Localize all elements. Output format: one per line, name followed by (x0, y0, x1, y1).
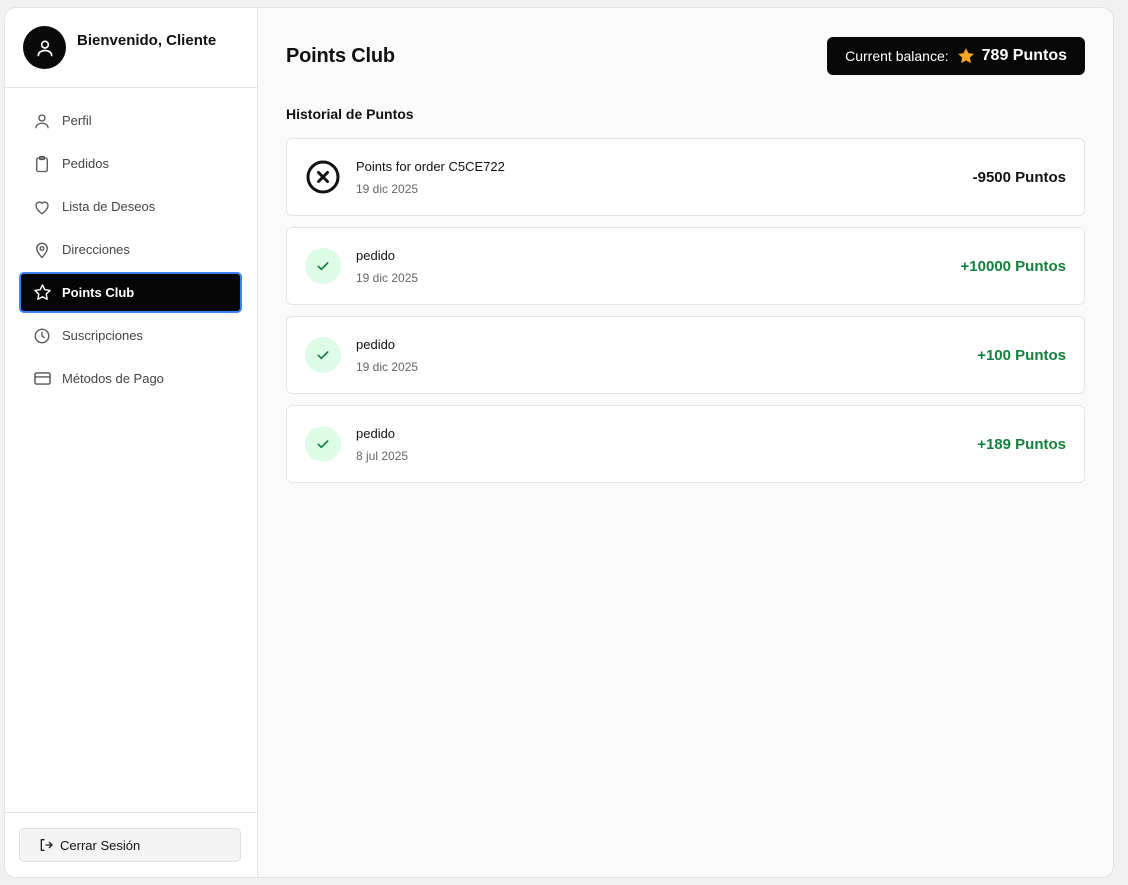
entry-description: pedido (356, 425, 396, 441)
entry-points: +100 Puntos (977, 346, 1066, 364)
main-content: Points Club Current balance: 789 Puntos … (258, 8, 1113, 877)
heart-icon (32, 197, 52, 217)
star-icon (956, 46, 976, 66)
sidebar-item-label: Lista de Deseos (62, 199, 156, 214)
entry-date: 19 dic 2025 (356, 270, 419, 285)
check-icon (305, 248, 341, 284)
entry-date: 19 dic 2025 (356, 359, 419, 374)
entry-date: 19 dic 2025 (356, 181, 419, 196)
sidebar-item-suscripciones[interactable]: Suscripciones (19, 315, 242, 356)
page-header: Points Club Current balance: 789 Puntos (286, 37, 1085, 75)
page-title: Points Club (286, 44, 395, 67)
sidebar-item-pedidos[interactable]: Pedidos (19, 143, 242, 184)
sidebar-item-metodos-de-pago[interactable]: Métodos de Pago (19, 358, 242, 399)
history-title: Historial de Puntos (286, 106, 414, 122)
points-history-list: Points for order C5CE722 19 dic 2025 -95… (286, 138, 1085, 483)
logout-button[interactable]: Cerrar Sesión (19, 828, 241, 862)
avatar (23, 26, 66, 69)
app-window: Bienvenido, Cliente Perfil Pedidos Lista… (4, 7, 1114, 878)
entry-description: pedido (356, 247, 396, 263)
check-icon (305, 426, 341, 462)
sidebar-footer: Cerrar Sesión (5, 812, 257, 877)
logout-icon (38, 837, 54, 853)
clock-icon (32, 326, 52, 346)
user-header: Bienvenido, Cliente (5, 8, 257, 88)
entry-description: pedido (356, 336, 396, 352)
user-icon (37, 40, 53, 56)
entry-description: Points for order C5CE722 (356, 158, 505, 174)
map-pin-icon (32, 240, 52, 260)
sidebar: Bienvenido, Cliente Perfil Pedidos Lista… (5, 8, 258, 877)
star-icon (32, 283, 52, 303)
sidebar-item-label: Métodos de Pago (62, 371, 164, 386)
entry-date: 8 jul 2025 (356, 448, 409, 463)
sidebar-item-label: Suscripciones (62, 328, 143, 343)
check-icon (305, 337, 341, 373)
credit-card-icon (32, 369, 52, 389)
list-item: pedido 19 dic 2025 +10000 Puntos (286, 227, 1085, 305)
list-item: pedido 19 dic 2025 +100 Puntos (286, 316, 1085, 394)
balance-amount: 789 Puntos (981, 47, 1067, 64)
entry-points: -9500 Puntos (972, 168, 1066, 186)
clipboard-icon (32, 154, 52, 174)
entry-points: +10000 Puntos (960, 257, 1066, 275)
sidebar-nav: Perfil Pedidos Lista de Deseos Direccion… (5, 88, 257, 401)
sidebar-item-perfil[interactable]: Perfil (19, 100, 242, 141)
sidebar-item-points-club[interactable]: Points Club (19, 272, 242, 313)
balance-badge: Current balance: 789 Puntos (827, 37, 1085, 75)
entry-points: +189 Puntos (977, 435, 1066, 453)
sidebar-item-label: Perfil (62, 113, 92, 128)
sidebar-item-label: Direcciones (62, 242, 130, 257)
user-icon (32, 111, 52, 131)
list-item: pedido 8 jul 2025 +189 Puntos (286, 405, 1085, 483)
sidebar-item-direcciones[interactable]: Direcciones (19, 229, 242, 270)
sidebar-item-lista-de-deseos[interactable]: Lista de Deseos (19, 186, 242, 227)
logout-label: Cerrar Sesión (60, 837, 141, 853)
welcome-text: Bienvenido, Cliente (77, 32, 217, 49)
list-item: Points for order C5CE722 19 dic 2025 -95… (286, 138, 1085, 216)
balance-label: Current balance: (845, 48, 949, 64)
sidebar-item-label: Pedidos (62, 156, 109, 171)
sidebar-item-label: Points Club (62, 285, 135, 300)
cancelled-icon (305, 159, 341, 195)
